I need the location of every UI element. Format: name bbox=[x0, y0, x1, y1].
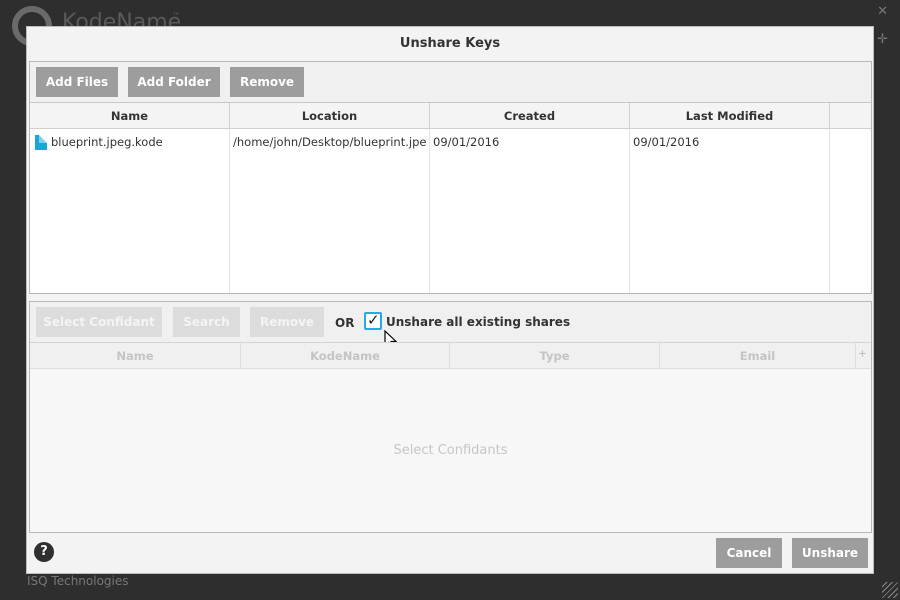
unshare-keys-dialog: Unshare Keys Add Files Add Folder Remove… bbox=[26, 26, 874, 574]
files-table-header: Name Location Created Last Modified bbox=[30, 103, 871, 129]
remove-file-button[interactable]: Remove bbox=[230, 67, 304, 97]
column-divider bbox=[229, 129, 230, 293]
files-panel: Add Files Add Folder Remove Name Locatio… bbox=[29, 61, 872, 294]
column-divider bbox=[629, 129, 630, 293]
resize-grip-icon bbox=[882, 582, 898, 598]
confidants-table: Name KodeName Type Email + Select Confid… bbox=[30, 342, 871, 532]
row-location: /home/john/Desktop/blueprint.jpe... bbox=[233, 135, 427, 149]
or-label: OR bbox=[335, 316, 355, 330]
unshare-all-label[interactable]: Unshare all existing shares bbox=[386, 315, 570, 329]
column-header-location[interactable]: Location bbox=[230, 103, 430, 129]
confidants-table-header: Name KodeName Type Email + bbox=[30, 343, 871, 369]
column-divider bbox=[429, 129, 430, 293]
row-name: blueprint.jpeg.kode bbox=[51, 135, 163, 149]
confidants-panel: Select Confidant Search Remove OR ✓ Unsh… bbox=[29, 301, 872, 533]
app-trademark: ™ bbox=[172, 12, 181, 22]
checkmark-icon: ✓ bbox=[367, 311, 380, 329]
select-confidant-button[interactable]: Select Confidant bbox=[36, 307, 162, 337]
add-folder-button[interactable]: Add Folder bbox=[128, 67, 220, 97]
file-icon bbox=[35, 135, 47, 150]
files-table: Name Location Created Last Modified blue… bbox=[30, 102, 871, 293]
add-files-button[interactable]: Add Files bbox=[36, 67, 118, 97]
app-footer-text: ISQ Technologies bbox=[27, 574, 129, 588]
column-header-kodename[interactable]: KodeName bbox=[241, 343, 450, 369]
unshare-all-checkbox[interactable]: ✓ bbox=[364, 311, 382, 330]
empty-confidants-message: Select Confidants bbox=[393, 443, 508, 458]
row-last-modified: 09/01/2016 bbox=[633, 135, 700, 149]
remove-confidant-button[interactable]: Remove bbox=[250, 307, 324, 337]
help-icon[interactable]: ? bbox=[34, 542, 54, 562]
search-button[interactable]: Search bbox=[173, 307, 240, 337]
column-header-name[interactable]: Name bbox=[30, 103, 230, 129]
row-created: 09/01/2016 bbox=[433, 135, 500, 149]
column-header-email[interactable]: Email bbox=[660, 343, 856, 369]
dialog-title: Unshare Keys bbox=[399, 36, 501, 51]
column-header-type[interactable]: Type bbox=[450, 343, 660, 369]
column-divider bbox=[829, 129, 830, 293]
cancel-button[interactable]: Cancel bbox=[716, 538, 782, 568]
plus-icon: ✛ bbox=[877, 32, 888, 47]
column-header-last-modified[interactable]: Last Modified bbox=[630, 103, 830, 129]
add-column-icon[interactable]: + bbox=[858, 347, 867, 360]
column-header-created[interactable]: Created bbox=[430, 103, 630, 129]
close-icon: ✕ bbox=[877, 4, 888, 19]
unshare-button[interactable]: Unshare bbox=[792, 538, 868, 568]
column-header-name[interactable]: Name bbox=[30, 343, 241, 369]
